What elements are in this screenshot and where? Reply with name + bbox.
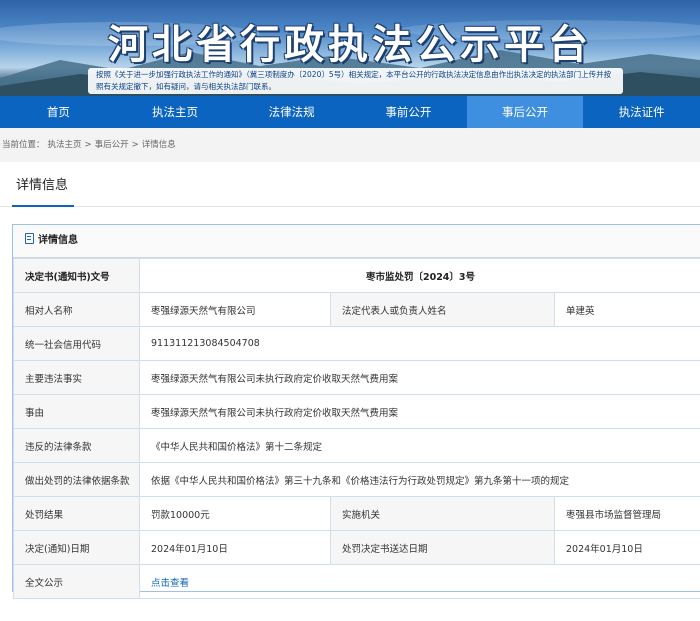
table-row: 违反的法律条款 《中华人民共和国价格法》第十二条规定 [13, 428, 700, 463]
table-row: 做出处罚的法律依据条款 依据《中华人民共和国价格法》第三十九条和《价格违法行为行… [13, 462, 700, 497]
nav-item[interactable]: 执法证件 [583, 96, 700, 128]
violation-value: 枣强绿源天然气有限公司未执行政府定价收取天然气费用案 [138, 360, 700, 395]
detail-panel-header: 详情信息 [13, 225, 700, 258]
law-value: 《中华人民共和国价格法》第十二条规定 [138, 428, 700, 463]
fulltext-label: 全文公示 [13, 564, 140, 599]
cause-label: 事由 [13, 394, 140, 429]
nav-item[interactable]: 事后公开 [466, 96, 584, 128]
detail-panel: 详情信息 决定书(通知书)文号 枣市监处罚〔2024〕3号 相对人名称 枣强绿源… [12, 224, 700, 599]
cause-value: 枣强绿源天然气有限公司未执行政府定价收取天然气费用案 [138, 394, 700, 429]
section-divider [0, 206, 700, 207]
detail-table: 决定书(通知书)文号 枣市监处罚〔2024〕3号 相对人名称 枣强绿源天然气有限… [13, 258, 700, 599]
main-nav: 首页 执法主页 法律法规 事前公开 事后公开 执法证件 [0, 96, 700, 128]
table-row: 全文公示 点击查看 [13, 564, 700, 599]
agency-value: 枣强县市场监督管理局 [553, 496, 700, 531]
breadcrumb-item-home[interactable]: 执法主页 [48, 140, 82, 150]
header-banner: 河北省行政执法公示平台 按照《关于进一步加强行政执法工作的通知》（冀三项制度办〔… [0, 0, 700, 96]
nav-item[interactable]: 执法主页 [117, 96, 234, 128]
party-label: 相对人名称 [13, 292, 140, 327]
party-value: 枣强绿源天然气有限公司 [139, 292, 331, 327]
law-label: 违反的法律条款 [13, 428, 140, 463]
table-row: 主要违法事实 枣强绿源天然气有限公司未执行政府定价收取天然气费用案 [13, 360, 700, 395]
notice-text: 按照《关于进一步加强行政执法工作的通知》（冀三项制度办〔2020〕5号）相关规定… [88, 68, 623, 94]
basis-label: 做出处罚的法律依据条款 [13, 462, 140, 497]
decision-no-value: 枣市监处罚〔2024〕3号 [138, 258, 700, 293]
table-row: 统一社会信用代码 911311213084504708 [13, 326, 700, 361]
section-title-underline [12, 205, 74, 207]
nav-item[interactable]: 首页 [0, 96, 117, 128]
breadcrumb-item-after[interactable]: 事后公开 [95, 140, 129, 150]
table-row: 相对人名称 枣强绿源天然气有限公司 法定代表人或负责人姓名 单建英 [13, 292, 700, 327]
rep-label: 法定代表人或负责人姓名 [330, 292, 555, 327]
breadcrumb-item-current: 详情信息 [141, 140, 176, 150]
view-fulltext-link[interactable]: 点击查看 [151, 578, 189, 589]
breadcrumb: 当前位置： 执法主页 > 事后公开 > 详情信息 [0, 128, 700, 162]
table-row: 决定(通知)日期 2024年01月10日 处罚决定书送达日期 2024年01月1… [13, 530, 700, 565]
decision-no-label: 决定书(通知书)文号 [13, 258, 140, 293]
table-row: 决定书(通知书)文号 枣市监处罚〔2024〕3号 [13, 258, 700, 293]
rep-value: 单建英 [553, 292, 700, 327]
credit-code-value: 911311213084504708 [138, 326, 700, 361]
result-label: 处罚结果 [13, 496, 140, 531]
agency-label: 实施机关 [330, 496, 555, 531]
decision-date-label: 决定(通知)日期 [13, 530, 140, 565]
page-title: 详情信息 [16, 178, 69, 193]
result-value: 罚款10000元 [139, 496, 331, 531]
table-row: 事由 枣强绿源天然气有限公司未执行政府定价收取天然气费用案 [13, 394, 700, 429]
document-icon [25, 233, 34, 244]
breadcrumb-separator: > [84, 140, 92, 150]
delivery-date-value: 2024年01月10日 [553, 530, 700, 565]
fulltext-cell: 点击查看 [138, 564, 700, 599]
decision-date-value: 2024年01月10日 [139, 530, 331, 565]
nav-item[interactable]: 事前公开 [350, 96, 467, 128]
site-title: 河北省行政执法公示平台 [108, 21, 592, 68]
credit-code-label: 统一社会信用代码 [13, 326, 140, 361]
basis-value: 依据《中华人民共和国价格法》第三十九条和《价格违法行为行政处罚规定》第九条第十一… [138, 462, 700, 497]
table-row: 处罚结果 罚款10000元 实施机关 枣强县市场监督管理局 [13, 496, 700, 531]
violation-label: 主要违法事实 [13, 360, 140, 395]
detail-panel-title: 详情信息 [38, 235, 78, 246]
breadcrumb-prefix: 当前位置： [2, 140, 45, 150]
breadcrumb-separator: > [131, 140, 139, 150]
delivery-date-label: 处罚决定书送达日期 [330, 530, 555, 565]
nav-item[interactable]: 法律法规 [233, 96, 350, 128]
